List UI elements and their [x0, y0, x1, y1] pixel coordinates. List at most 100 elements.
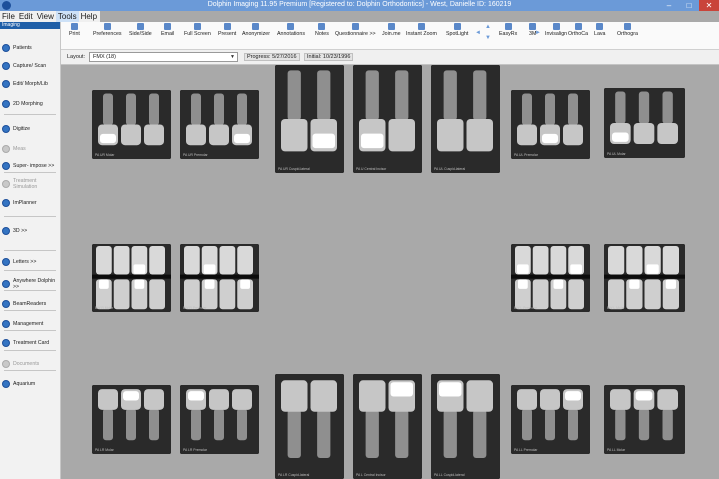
letters-icon [2, 258, 10, 266]
close-button[interactable]: ✕ [699, 0, 719, 11]
sidebar-item-beamreaders[interactable]: BeamReaders [2, 300, 60, 308]
xray-thumbnail[interactable]: BW L Premolar [511, 244, 590, 312]
toolbar-button-label: Email [161, 31, 175, 37]
sidebar-item-documents[interactable]: Documents [2, 360, 60, 368]
sidebar-item-anywhere-dolphin[interactable]: Anywhere Dolphin >> [2, 278, 60, 290]
xray-thumbnail[interactable]: PA LL Cuspid-lateral [431, 374, 500, 479]
xray-thumbnail[interactable]: PA UR Cuspid-lateral [275, 65, 344, 173]
maximize-button[interactable]: □ [679, 0, 699, 11]
xray-thumbnail[interactable]: BW R Molar [92, 244, 171, 312]
toolbar-invisalign-button[interactable]: Invisalign [545, 22, 567, 40]
minimize-button[interactable]: – [659, 0, 679, 11]
xray-thumbnail[interactable]: PA UR Premolar [180, 90, 259, 159]
xray-thumbnail[interactable]: BW L Molar [604, 244, 685, 312]
xray-thumbnail[interactable]: BW R Premolar [180, 244, 259, 312]
initial-date[interactable]: Initial: 10/23/1996 [304, 53, 354, 61]
toolbar-anonymizer-button[interactable]: Anonymizer [242, 22, 270, 40]
xray-image [275, 65, 344, 173]
sidebar-item-label: BeamReaders [13, 301, 47, 307]
progress-date[interactable]: Progress: 5/27/2016 [244, 53, 300, 61]
instant-zoom-icon [417, 23, 425, 30]
sidebar-item-label: Management [13, 321, 44, 327]
toolbar-button-label: Invisalign [545, 31, 568, 37]
xray-thumbnail[interactable]: PA L Central Incisor [353, 374, 422, 479]
xray-thumbnail[interactable]: PA UL Premolar [511, 90, 590, 159]
sidebar-item-3d[interactable]: 3D >> [2, 227, 60, 235]
toolbar-instant-zoom-button[interactable]: Instant Zoom [406, 22, 437, 40]
aquarium-icon [2, 380, 10, 388]
toolbar-lava-button[interactable]: Lava [594, 22, 606, 40]
toolbar-button-label: EasyRx [499, 31, 518, 37]
sidebar-item-management[interactable]: Management [2, 320, 60, 328]
sidebar-item-label: Aquarium [13, 381, 36, 387]
menu-view[interactable]: View [35, 11, 56, 22]
sidebar-item-2d-morphing[interactable]: 2D Morphing [2, 100, 60, 108]
menu-help[interactable]: Help [79, 11, 99, 22]
sidebar-item-super-impose[interactable]: Super- impose >> [2, 162, 60, 170]
superimpose-icon [2, 162, 10, 170]
sidebar-item-label: Meas [13, 146, 26, 152]
print-icon [70, 23, 78, 30]
toolbar-full-screen-button[interactable]: Full Screen [184, 22, 211, 40]
toolbar-button-label: Orthogra [617, 31, 638, 37]
xray-thumbnail[interactable]: PA LR Cuspid-lateral [275, 374, 344, 479]
toolbar: Print Preferences Side/Side Email Full Scree… [61, 22, 719, 50]
toolbar-spotlight-button[interactable]: SpotLight [446, 22, 468, 40]
menu-edit[interactable]: Edit [17, 11, 35, 22]
xray-caption: PA LR Molar [95, 448, 114, 452]
xray-thumbnail[interactable]: PA LL Premolar [511, 385, 590, 454]
toolbar-join-me-button[interactable]: Join.me [382, 22, 401, 40]
xray-image [604, 244, 685, 312]
xray-caption: PA LR Cuspid-lateral [278, 473, 310, 477]
sidebar-item-digitize[interactable]: Digitize [2, 125, 60, 133]
xray-thumbnail[interactable]: PA UL Molar [604, 88, 685, 158]
toolbar-notes-button[interactable]: Notes [315, 22, 329, 40]
management-icon [2, 320, 10, 328]
toolbar-present-button[interactable]: Present [218, 22, 236, 40]
invisalign-icon [552, 23, 560, 30]
xray-thumbnail[interactable]: PA LR Molar [92, 385, 171, 454]
xray-thumbnail[interactable]: PA UR Molar [92, 90, 171, 159]
xray-thumbnail[interactable]: PA UL Cuspid-lateral [431, 65, 500, 173]
xray-thumbnail[interactable]: PA LR Premolar [180, 385, 259, 454]
xray-image [431, 374, 500, 479]
toolbar-button-label: Side/Side [129, 31, 152, 37]
sidebar-divider [4, 216, 56, 217]
scroll-right-icon[interactable]: ► [535, 30, 541, 48]
sidebar-item-patients[interactable]: Patients [2, 44, 60, 52]
menu-file[interactable]: File [0, 11, 17, 22]
layout-select[interactable]: FMX (18) ▼ [89, 52, 238, 62]
sidebar-item-implanner[interactable]: ImPlanner [2, 199, 60, 207]
sidebar-divider [4, 290, 56, 291]
orthoca-icon [574, 23, 582, 30]
xray-caption: PA LL Cuspid-lateral [434, 473, 465, 477]
toolbar-annotations-button[interactable]: Annotations [277, 22, 305, 40]
sidebar-item-meas[interactable]: Meas [2, 145, 60, 153]
toolbar-preferences-button[interactable]: Preferences [93, 22, 122, 40]
orthogra-icon [623, 23, 631, 30]
sidebar-item-letters[interactable]: Letters >> [2, 258, 60, 266]
menu-tools[interactable]: Tools [55, 11, 79, 22]
toolbar-easyrx-button[interactable]: EasyRx [499, 22, 517, 40]
sidebar-item-aquarium[interactable]: Aquarium [2, 380, 60, 388]
xray-caption: PA LR Premolar [183, 448, 208, 452]
toolbar-print-button[interactable]: Print [69, 22, 80, 40]
sidebar-item-label: 2D Morphing [13, 101, 43, 107]
toolbar-orthogra-button[interactable]: Orthogra [617, 22, 638, 40]
sidebar-item-capture-scan[interactable]: Capture/ Scan [2, 62, 60, 70]
xray-image [604, 88, 685, 158]
sidebar-item-treatment-card[interactable]: Treatment Card [2, 339, 60, 347]
toolbar-side-side-button[interactable]: Side/Side [129, 22, 152, 40]
xray-image [180, 90, 259, 159]
xray-thumbnail[interactable]: PA LL Molar [604, 385, 685, 454]
xray-workspace: PA UR Molar PA UR Premolar PA UR Cuspid-la… [61, 65, 719, 479]
toolbar-email-button[interactable]: Email [161, 22, 174, 40]
xray-caption: PA L Central Incisor [356, 473, 386, 477]
toolbar-questionnaire-button[interactable]: Questionnaire >> [335, 22, 376, 40]
scroll-left-icon[interactable]: ◄ [475, 30, 481, 48]
toolbar-button-label: Notes [315, 31, 329, 37]
toolbar-orthoca-button[interactable]: OrthoCa [568, 22, 588, 40]
xray-thumbnail[interactable]: PA U Central Incisor [353, 65, 422, 173]
sidebar-item-treatment-simulation[interactable]: Treatment Simulation [2, 178, 60, 190]
sidebar-item-edit-morph-lib[interactable]: Edit/ Morph/Lib [2, 80, 60, 88]
